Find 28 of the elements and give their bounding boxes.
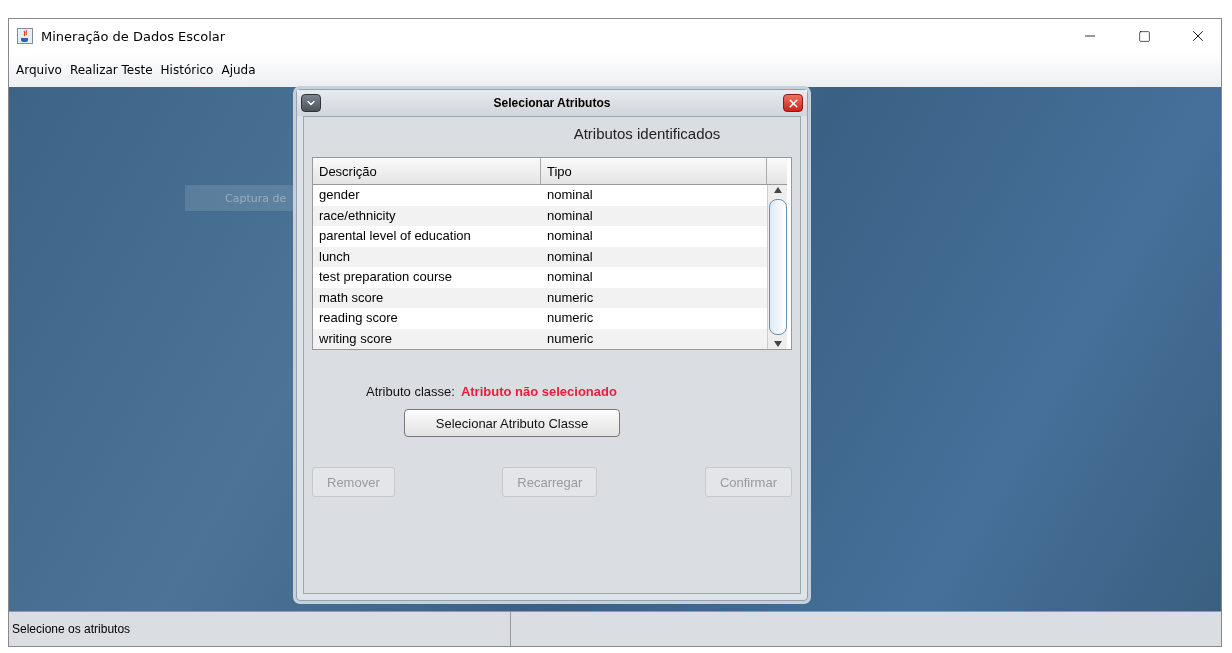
table-cell: race/ethnicity [313,205,541,226]
table-cell: nominal [541,205,767,226]
table-cell: numeric [541,328,767,349]
maximize-icon[interactable] [1137,29,1151,43]
scrollbar[interactable] [767,185,787,349]
java-cup-icon [17,28,33,44]
class-attribute-label: Atributo classe: [366,384,455,399]
table-cell: nominal [541,246,767,267]
menu-item[interactable]: Arquivo [15,61,63,79]
column-header[interactable]: Tipo [541,158,767,185]
class-attribute-value: Atributo não selecionado [460,384,617,399]
table-cell: math score [313,287,541,308]
scroll-up-icon[interactable] [773,187,782,193]
section-heading: Atributos identificados [572,124,722,144]
table-cell: numeric [541,287,767,308]
table-cell: writing score [313,328,541,349]
dialog-menu-button[interactable] [301,94,321,112]
menu-item[interactable]: Ajuda [220,61,257,79]
scroll-down-icon[interactable] [773,341,782,347]
window-title: Mineração de Dados Escolar [41,28,227,44]
status-text: Selecione os atributos [9,612,511,646]
select-class-button[interactable]: Selecionar Atributo Classe [404,409,620,437]
menu-item[interactable]: Realizar Teste [68,61,154,79]
scrollbar-thumb[interactable] [768,199,787,335]
column-header[interactable]: Descrição [313,158,541,185]
menu-item[interactable]: Histórico [159,61,215,79]
dialog-title: Selecionar Atributos [492,96,612,110]
table-cell: lunch [313,246,541,267]
